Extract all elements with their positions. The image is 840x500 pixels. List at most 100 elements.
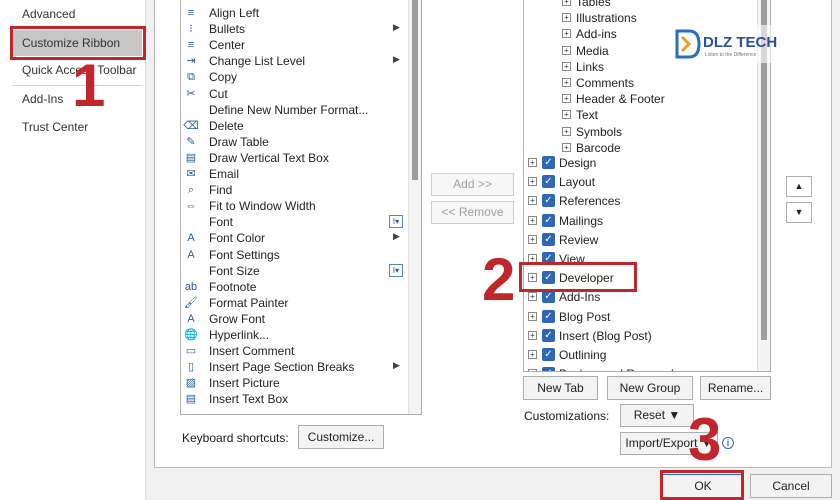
ribbon-group-item[interactable]: + Tables xyxy=(524,0,756,10)
expand-icon[interactable]: + xyxy=(562,13,571,23)
checkbox-checked-icon[interactable]: ✓ xyxy=(542,290,555,304)
ribbon-tab-item[interactable]: + ✓ Review xyxy=(524,232,756,248)
ribbon-group-item[interactable]: + Illustrations xyxy=(524,10,756,26)
expand-icon[interactable]: + xyxy=(562,94,571,104)
tree-item-label: Comments xyxy=(576,76,635,90)
expand-icon[interactable]: + xyxy=(528,292,537,302)
command-item[interactable]: ⇥ Change List Level ▶ xyxy=(181,53,409,69)
nav-item-add-ins[interactable]: Add-Ins xyxy=(12,86,63,112)
expand-icon[interactable]: + xyxy=(562,78,571,87)
command-item[interactable]: ▯ Insert Page Section Breaks ▶ xyxy=(181,359,409,375)
checkbox-checked-icon[interactable]: ✓ xyxy=(542,232,555,246)
command-label: Draw Table xyxy=(209,134,269,149)
checkbox-checked-icon[interactable]: ✓ xyxy=(542,156,555,169)
command-item[interactable]: A Font Color ▶ xyxy=(181,230,409,246)
ribbon-group-item[interactable]: + Comments xyxy=(524,75,756,91)
expand-icon[interactable]: + xyxy=(528,350,537,359)
nav-item-advanced[interactable]: Advanced xyxy=(12,1,75,27)
command-item[interactable]: ▤ Insert Text Box xyxy=(181,391,409,407)
command-label: Font Size xyxy=(209,263,260,278)
ribbon-tab-item[interactable]: + ✓ Layout xyxy=(524,174,756,190)
command-item[interactable]: ✎ Draw Table xyxy=(181,134,409,150)
ribbon-group-item[interactable]: + Text xyxy=(524,107,756,123)
commands-scrollbar[interactable] xyxy=(408,0,421,414)
command-item[interactable]: ⇔ Fit to Window Width xyxy=(181,198,409,214)
command-item[interactable]: Font I▾ xyxy=(181,214,409,230)
expand-icon[interactable]: + xyxy=(528,177,537,187)
expand-icon[interactable]: + xyxy=(528,215,537,225)
command-label: Font xyxy=(209,215,234,230)
checkbox-checked-icon[interactable]: ✓ xyxy=(542,194,555,208)
ribbon-tab-item[interactable]: + ✓ Blog Post xyxy=(524,309,756,325)
expand-icon[interactable]: + xyxy=(528,330,537,340)
commands-scroll-thumb[interactable] xyxy=(412,0,418,180)
add-button[interactable]: Add >> xyxy=(431,173,514,196)
checkbox-checked-icon[interactable]: ✓ xyxy=(542,309,555,323)
command-item[interactable]: ab Footnote xyxy=(181,279,409,295)
command-item[interactable]: ▤ Draw Vertical Text Box xyxy=(181,150,409,166)
move-down-button[interactable]: ▼ xyxy=(786,202,812,223)
checkbox-checked-icon[interactable]: ✓ xyxy=(542,175,555,189)
ribbon-tab-item[interactable]: + ✓ Mailings xyxy=(524,213,756,229)
ribbon-group-item[interactable]: + Barcode xyxy=(524,140,756,156)
dlz-tech-logo: DLZ TECH Listen to the Difference xyxy=(669,25,797,63)
command-item[interactable]: Define New Number Format... xyxy=(181,102,409,118)
command-item[interactable]: ▭ Insert Comment xyxy=(181,343,409,359)
expand-icon[interactable]: + xyxy=(562,61,571,71)
command-item[interactable]: ⌕ Find xyxy=(181,182,409,198)
expand-icon[interactable]: + xyxy=(528,234,537,244)
command-item[interactable]: ✂ Cut xyxy=(181,86,409,102)
commands-list[interactable]: ≡ Align Left ⁝ Bullets ▶ ≡ Center ⇥ Change List … xyxy=(180,0,422,415)
command-label: Insert Comment xyxy=(209,344,295,359)
expand-icon[interactable]: + xyxy=(562,45,571,55)
font-settings-icon: A xyxy=(187,248,195,261)
expand-icon[interactable]: + xyxy=(528,369,537,371)
ribbon-tab-item[interactable]: + ✓ Outlining xyxy=(524,347,756,363)
expand-icon[interactable]: + xyxy=(562,126,571,136)
cancel-button[interactable]: Cancel xyxy=(750,474,832,498)
ribbon-tab-item[interactable]: + ✓ Design xyxy=(524,155,756,171)
command-item[interactable]: ⧉ Copy xyxy=(181,69,409,85)
move-up-button[interactable]: ▲ xyxy=(786,176,812,197)
expand-icon[interactable]: + xyxy=(562,142,571,152)
command-item[interactable]: Font Size I▾ xyxy=(181,263,409,279)
command-item[interactable]: ⁝ Bullets ▶ xyxy=(181,21,409,37)
command-label: Font Settings xyxy=(209,247,280,262)
tree-item-label: Barcode xyxy=(576,140,621,155)
checkbox-checked-icon[interactable]: ✓ xyxy=(542,328,555,342)
ribbon-group-item[interactable]: + Symbols xyxy=(524,124,756,140)
ribbon-tab-item[interactable]: + ✓ Background Removal xyxy=(524,366,756,371)
checkbox-checked-icon[interactable]: ✓ xyxy=(542,348,555,361)
ribbon-group-item[interactable]: + Header & Footer xyxy=(524,91,756,107)
info-icon[interactable]: i xyxy=(722,437,734,449)
expand-icon[interactable]: + xyxy=(562,110,571,120)
command-item[interactable]: ≡ Center xyxy=(181,37,409,53)
command-item[interactable]: ▨ Insert Picture xyxy=(181,375,409,391)
remove-button[interactable]: << Remove xyxy=(431,201,514,224)
expand-icon[interactable]: + xyxy=(562,29,571,39)
command-item[interactable]: ⌫ Delete xyxy=(181,118,409,134)
command-label: Align Left xyxy=(209,6,260,20)
customize-shortcuts-button[interactable]: Customize... xyxy=(298,425,384,449)
command-label: Email xyxy=(209,167,240,181)
find-icon: ⌕ xyxy=(187,184,195,197)
tree-item-label: Layout xyxy=(559,175,596,190)
expand-icon[interactable]: + xyxy=(528,196,537,206)
expand-icon[interactable]: + xyxy=(528,158,537,167)
ribbon-tab-item[interactable]: + ✓ References xyxy=(524,193,756,209)
command-item[interactable]: 🌐 Hyperlink... xyxy=(181,327,409,343)
expand-icon[interactable]: + xyxy=(562,0,571,6)
expand-icon[interactable]: + xyxy=(528,311,537,321)
new-tab-button[interactable]: New Tab xyxy=(523,376,598,400)
ribbon-tab-item[interactable]: + ✓ Insert (Blog Post) xyxy=(524,328,756,344)
new-group-button[interactable]: New Group xyxy=(607,376,693,400)
command-item[interactable]: ✉ Email xyxy=(181,166,409,182)
reset-dropdown[interactable]: Reset ▼ xyxy=(620,404,694,427)
checkbox-checked-icon[interactable]: ✓ xyxy=(542,213,555,227)
checkbox-checked-icon[interactable]: ✓ xyxy=(542,367,555,371)
rename-button[interactable]: Rename... xyxy=(700,376,771,400)
command-item[interactable]: 🖌 Format Painter xyxy=(181,295,409,311)
command-item[interactable]: ≡ Align Left xyxy=(181,5,409,21)
command-item[interactable]: A Grow Font xyxy=(181,311,409,327)
command-item[interactable]: A Font Settings xyxy=(181,247,409,263)
